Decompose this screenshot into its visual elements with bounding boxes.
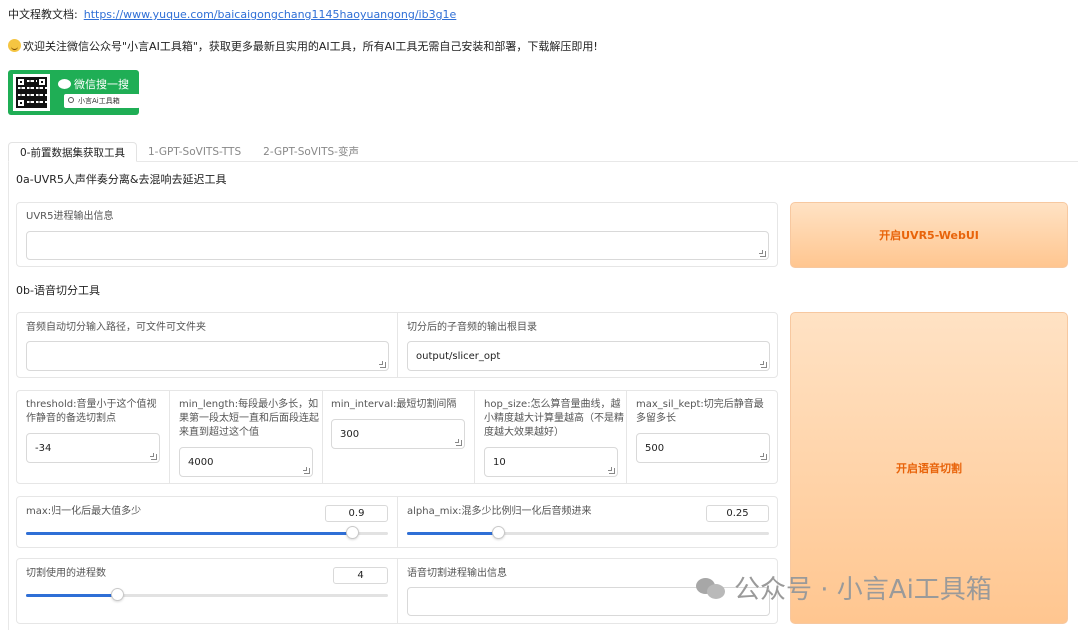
uvr5-output-label: UVR5进程输出信息 xyxy=(26,211,114,222)
threshold-label: threshold:音量小于这个值视作静音的备选切割点 xyxy=(26,399,157,424)
max-sil-kept-input[interactable]: 500 xyxy=(636,433,770,463)
watermark: 公众号 · 小言Ai工具箱 xyxy=(696,569,992,606)
wechat-logo-icon xyxy=(58,79,71,89)
min-length-input[interactable]: 4000 xyxy=(179,447,313,477)
search-icon xyxy=(68,97,74,103)
normalize-box: max:归一化后最大值多少 0.9 alpha_mix:混多少比例归一化后音频进… xyxy=(16,496,778,548)
alpha-slider-track[interactable] xyxy=(407,532,769,535)
wechat-logo-icon xyxy=(696,575,726,601)
max-number-input[interactable]: 0.9 xyxy=(325,505,388,522)
tab-voice-change[interactable]: 2-GPT-SoVITS-变声 xyxy=(252,142,370,162)
output-dir-label: 切分后的子音频的输出根目录 xyxy=(407,322,537,333)
uvr5-output-box: UVR5进程输出信息 xyxy=(16,202,778,267)
wechat-search-box: 小言Ai工具箱 xyxy=(64,94,140,108)
tab-bar: 0-前置数据集获取工具 1-GPT-SoVITS-TTS 2-GPT-SoVIT… xyxy=(8,142,370,162)
tab-tts[interactable]: 1-GPT-SoVITS-TTS xyxy=(137,142,252,162)
open-uvr5-button[interactable]: 开启UVR5-WebUI xyxy=(790,202,1068,268)
procs-slider-fill xyxy=(26,594,117,597)
uvr5-section-title: 0a-UVR5人声伴奏分离&去混响去延迟工具 xyxy=(16,173,227,186)
uvr5-output-textarea[interactable] xyxy=(26,231,769,260)
max-slider-track[interactable] xyxy=(26,532,388,535)
alpha-mix-label: alpha_mix:混多少比例归一化后音频进来 xyxy=(407,506,592,517)
max-slider-fill xyxy=(26,532,352,535)
resize-grip-icon[interactable] xyxy=(303,467,310,474)
resize-grip-icon[interactable] xyxy=(759,250,766,257)
input-path-field[interactable] xyxy=(26,341,389,371)
alpha-number-input[interactable]: 0.25 xyxy=(706,505,769,522)
welcome-text: 欢迎关注微信公众号"小言AI工具箱"，获取更多最新且实用的AI工具，所有AI工具… xyxy=(23,40,598,53)
hop-size-input[interactable]: 10 xyxy=(484,447,618,477)
doc-label: 中文程教文档: xyxy=(8,8,78,21)
alpha-slider-thumb[interactable] xyxy=(492,526,505,539)
max-label: max:归一化后最大值多少 xyxy=(26,506,142,517)
smile-emoji-icon xyxy=(8,39,21,52)
wechat-search-title: 微信搜一搜 xyxy=(58,76,129,92)
resize-grip-icon[interactable] xyxy=(379,361,386,368)
process-box: 切割使用的进程数 4 语音切割进程输出信息 xyxy=(16,558,778,624)
wechat-search-card: 微信搜一搜 小言Ai工具箱 xyxy=(8,70,140,115)
alpha-slider-fill xyxy=(407,532,498,535)
resize-grip-icon[interactable] xyxy=(760,361,767,368)
procs-label: 切割使用的进程数 xyxy=(26,568,106,579)
max-sil-kept-label: max_sil_kept:切完后静音最多留多长 xyxy=(636,399,764,424)
resize-grip-icon[interactable] xyxy=(455,439,462,446)
procs-slider-track[interactable] xyxy=(26,594,388,597)
threshold-input[interactable]: -34 xyxy=(26,433,160,463)
slicer-params-box: threshold:音量小于这个值视作静音的备选切割点 -34 min_leng… xyxy=(16,390,778,484)
max-slider-thumb[interactable] xyxy=(346,526,359,539)
doc-link[interactable]: https://www.yuque.com/baicaigongchang114… xyxy=(84,8,457,21)
min-interval-input[interactable]: 300 xyxy=(331,419,465,449)
slicer-paths-box: 音频自动切分输入路径，可文件可文件夹 切分后的子音频的输出根目录 output/… xyxy=(16,312,778,378)
qr-code-icon xyxy=(13,74,50,111)
welcome-message: 欢迎关注微信公众号"小言AI工具箱"，获取更多最新且实用的AI工具，所有AI工具… xyxy=(8,38,598,54)
procs-slider-thumb[interactable] xyxy=(111,588,124,601)
procs-number-input[interactable]: 4 xyxy=(333,567,388,584)
min-interval-label: min_interval:最短切割间隔 xyxy=(331,399,457,410)
resize-grip-icon[interactable] xyxy=(760,453,767,460)
hop-size-label: hop_size:怎么算音量曲线，越小精度越大计算量越高（不是精度越大效果越好） xyxy=(484,399,624,438)
slicer-section-title: 0b-语音切分工具 xyxy=(16,284,100,297)
input-path-label: 音频自动切分输入路径，可文件可文件夹 xyxy=(26,322,206,333)
min-length-label: min_length:每段最小多长，如果第一段太短一直和后面段连起来直到超过这个… xyxy=(179,399,319,438)
output-dir-field[interactable]: output/slicer_opt xyxy=(407,341,770,371)
slice-log-label: 语音切割进程输出信息 xyxy=(407,568,507,579)
tab-dataset-tools[interactable]: 0-前置数据集获取工具 xyxy=(8,142,137,162)
doc-line: 中文程教文档: https://www.yuque.com/baicaigongc… xyxy=(8,6,456,22)
resize-grip-icon[interactable] xyxy=(150,453,157,460)
resize-grip-icon[interactable] xyxy=(608,467,615,474)
